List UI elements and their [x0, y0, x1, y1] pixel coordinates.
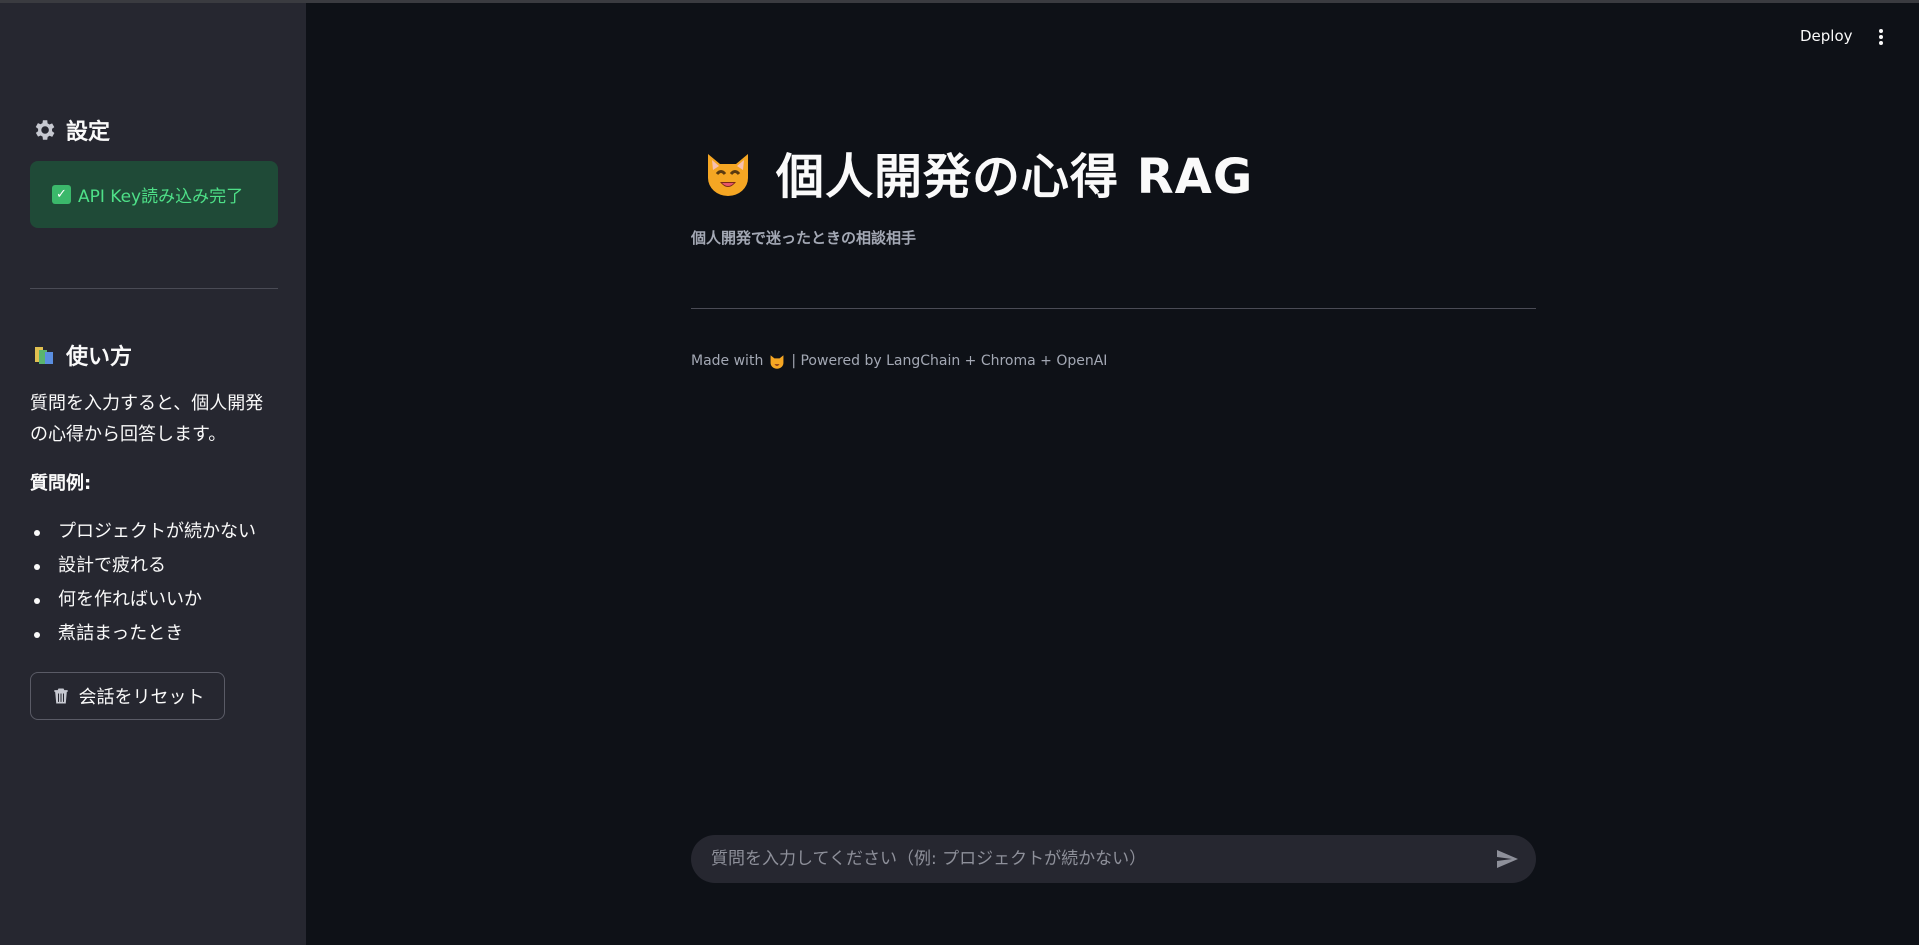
- footer-suffix: | Powered by LangChain + Chroma + OpenAI: [791, 353, 1108, 369]
- cat-icon: [768, 352, 786, 370]
- usage-description: 質問を入力すると、個人開発の心得から回答します。: [30, 393, 264, 445]
- page-subtitle: 個人開発で迷ったときの相談相手: [691, 229, 917, 247]
- trash-icon: [51, 686, 71, 706]
- sidebar: 設定 ✓ API Key読み込み完了 使い方 質問を入力すると、個人開発の心得か…: [0, 3, 306, 945]
- api-status-text: API Key読み込み完了: [78, 187, 244, 207]
- list-item: プロジェクトが続かない: [30, 518, 256, 552]
- examples-title: 質問例:: [30, 473, 92, 494]
- cat-icon: [700, 144, 756, 200]
- footer-credit: Made with | Powered by LangChain + Chrom…: [691, 352, 1107, 370]
- page-title-text: 個人開発の心得 RAG: [776, 149, 1254, 205]
- sidebar-divider: [30, 288, 278, 289]
- list-item: 煮詰まったとき: [30, 620, 256, 654]
- list-item: 設計で疲れる: [30, 552, 256, 586]
- api-status-alert: ✓ API Key読み込み完了: [30, 161, 278, 228]
- gear-icon: [30, 116, 58, 144]
- chat-input[interactable]: [711, 835, 1471, 883]
- page-title: 個人開発の心得 RAG: [700, 137, 1253, 207]
- usage-heading: 使い方: [30, 339, 132, 371]
- chat-input-bar: [691, 835, 1536, 883]
- list-item: 何を作ればいいか: [30, 586, 256, 620]
- books-icon: [30, 341, 58, 369]
- settings-title: 設定: [66, 120, 111, 145]
- settings-heading: 設定: [30, 114, 110, 146]
- kebab-menu-icon[interactable]: [1876, 29, 1886, 47]
- examples-list: プロジェクトが続かない 設計で疲れる 何を作ればいいか 煮詰まったとき: [30, 518, 256, 654]
- reset-button-label: 会話をリセット: [78, 687, 205, 707]
- usage-title: 使い方: [66, 345, 133, 370]
- send-icon[interactable]: [1494, 847, 1520, 871]
- reset-conversation-button[interactable]: 会話をリセット: [30, 672, 225, 720]
- main-divider: [691, 308, 1536, 309]
- deploy-button[interactable]: Deploy: [1800, 27, 1853, 45]
- footer-prefix: Made with: [691, 353, 764, 369]
- check-icon: ✓: [52, 185, 71, 204]
